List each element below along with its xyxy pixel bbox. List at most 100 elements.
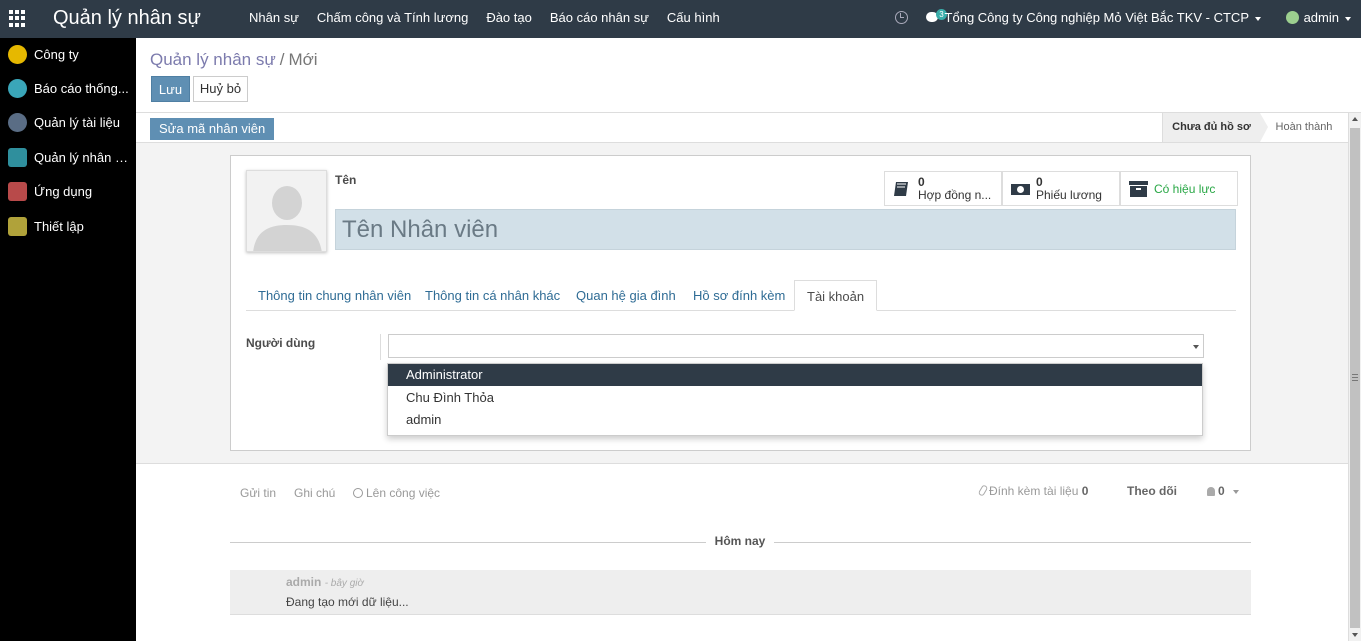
message-body: Đang tạo mới dữ liệu... [286,595,409,609]
book-icon [894,182,908,196]
tab-personal-info[interactable]: Thông tin cá nhân khác [413,280,572,311]
sidebar-item-ung-dung[interactable]: Ứng dụng [0,175,136,209]
tab-family[interactable]: Quan hệ gia đình [564,280,688,311]
document-icon [8,113,27,132]
breadcrumb-current: Mới [288,50,318,69]
archive-icon [1129,181,1148,197]
company-icon [8,45,27,64]
contracts-label: Hợp đồng n... [918,188,992,202]
user-icon [1207,487,1215,496]
clock-icon [353,488,363,498]
followers-count: 0 [1218,484,1225,498]
user-menu[interactable]: admin [1285,0,1351,36]
user-avatar-icon [1285,11,1299,24]
stage-current[interactable]: Chưa đủ hồ sơ [1162,113,1260,142]
menu-item-nhan-su[interactable]: Nhân sự [240,0,308,38]
active-toggle-button[interactable]: Có hiệu lực [1120,171,1238,206]
message-author[interactable]: admin [286,575,321,589]
menu-item-dao-tao[interactable]: Đào tạo [477,0,541,38]
sidebar-item-label: Ứng dụng [34,184,93,199]
tab-general-info[interactable]: Thông tin chung nhân viên [246,280,423,311]
sidebar-item-label: Thiết lập [34,219,84,234]
scroll-up-icon[interactable] [1352,117,1358,121]
menu-item-cham-cong[interactable]: Chấm công và Tính lương [308,0,477,38]
user-autocomplete-dropdown: Administrator Chu Đình Thỏa admin [387,363,1203,436]
sidebar-item-label: Công ty [34,47,79,62]
sidebar-item-quan-ly-tai-lieu[interactable]: Quản lý tài liệu [0,106,136,140]
stage-next[interactable]: Hoàn thành [1260,113,1348,142]
top-navbar: Quản lý nhân sự Nhân sự Chấm công và Tín… [0,0,1361,38]
sidebar-item-label: Quản lý tài liệu [34,115,120,130]
send-message-button[interactable]: Gửi tin [240,486,276,500]
dropdown-option-administrator[interactable]: Administrator [388,364,1202,386]
schedule-activity-button[interactable]: Lên công việc [353,486,440,500]
breadcrumb: Quản lý nhân sự / Mới [150,50,318,70]
top-menu: Nhân sự Chấm công và Tính lương Đào tạo … [240,0,729,38]
edit-employee-code-button[interactable]: Sửa mã nhân viên [150,118,275,140]
chevron-down-icon [1345,16,1351,21]
menu-item-cau-hinh[interactable]: Cấu hình [658,0,729,38]
attachments-count: 0 [1081,484,1089,498]
user-select-input[interactable] [388,334,1204,358]
payslips-label: Phiếu lương [1036,188,1102,202]
sidebar-item-cong-ty[interactable]: Công ty [0,38,136,72]
breadcrumb-separator: / [279,50,285,69]
name-label: Tên [335,173,357,187]
sidebar-item-thiet-lap[interactable]: Thiết lập [0,210,136,244]
chatter-topbar: Gửi tin Ghi chú Lên công việc Đính kèm t… [230,480,1251,506]
gear-icon [8,217,27,236]
today-label: Hôm nay [706,534,774,548]
employee-photo[interactable] [246,170,327,252]
user-name: admin [1303,10,1339,25]
notebook-tabs: Thông tin chung nhân viên Thông tin cá n… [246,280,1236,311]
tab-attachments[interactable]: Hồ sơ đính kèm [681,280,797,311]
scroll-down-icon[interactable] [1352,633,1358,637]
active-status-label: Có hiệu lực [1154,182,1216,196]
payslips-count: 0 [1036,175,1043,189]
breadcrumb-parent[interactable]: Quản lý nhân sự [150,50,276,69]
attachments-label: Đính kèm tài liệu [989,484,1079,498]
money-icon [1011,184,1030,195]
people-icon [8,148,27,167]
paperclip-icon [977,484,989,497]
chevron-down-icon [1255,16,1261,21]
form-statusbar: Sửa mã nhân viên Chưa đủ hồ sơ Hoàn thàn… [136,113,1348,143]
discard-button[interactable]: Huỷ bỏ [193,76,248,102]
user-field-label: Người dùng [246,336,316,350]
apps-menu-icon[interactable] [9,10,26,27]
employee-name-input[interactable]: Tên Nhân viên [335,209,1236,250]
sidebar-item-bao-cao-thong-ke[interactable]: Báo cáo thống... [0,72,136,106]
scrollbar-thumb[interactable] [1350,128,1360,628]
log-note-button[interactable]: Ghi chú [294,486,335,500]
attachments-button[interactable]: Đính kèm tài liệu 0 [977,484,1089,498]
message-time: - bây giờ [324,578,364,589]
tab-account[interactable]: Tài khoản [794,280,878,311]
chevron-down-icon [1232,489,1239,494]
chart-icon [8,79,27,98]
sidebar: Công ty Báo cáo thống... Quản lý tài liệ… [0,38,136,641]
grip-icon [1352,374,1358,381]
activity-clock-icon[interactable] [895,11,908,24]
save-button[interactable]: Lưu [151,76,190,102]
chevron-down-icon[interactable] [1193,345,1199,349]
apps-icon [8,182,27,201]
person-placeholder-icon [247,171,326,251]
contracts-smart-button[interactable]: 0 Hợp đồng n... [884,171,1002,206]
company-name: Tổng Công ty Công nghiệp Mỏ Việt Bắc TKV… [944,10,1249,25]
followers-button[interactable]: 0 [1207,484,1239,498]
contracts-count: 0 [918,175,925,189]
payslips-smart-button[interactable]: 0 Phiếu lương [1002,171,1120,206]
scrollbar[interactable] [1348,113,1361,641]
company-switcher[interactable]: Tổng Công ty Công nghiệp Mỏ Việt Bắc TKV… [945,0,1261,36]
app-title: Quản lý nhân sự [53,7,201,29]
divider [380,334,381,360]
chatter-message: admin - bây giờ Đang tạo mới dữ liệu... [230,570,1251,615]
follow-button[interactable]: Theo dõi [1127,484,1177,498]
sidebar-item-label: Quản lý nhân sự [34,150,130,165]
dropdown-option-chu-dinh-thoa[interactable]: Chu Đình Thỏa [388,387,1202,409]
dropdown-option-admin[interactable]: admin [388,409,1202,431]
schedule-activity-label: Lên công việc [366,486,441,500]
menu-item-bao-cao[interactable]: Báo cáo nhân sự [541,0,658,38]
sidebar-item-label: Báo cáo thống... [34,81,129,96]
sidebar-item-quan-ly-nhan-su[interactable]: Quản lý nhân sự [0,141,136,175]
